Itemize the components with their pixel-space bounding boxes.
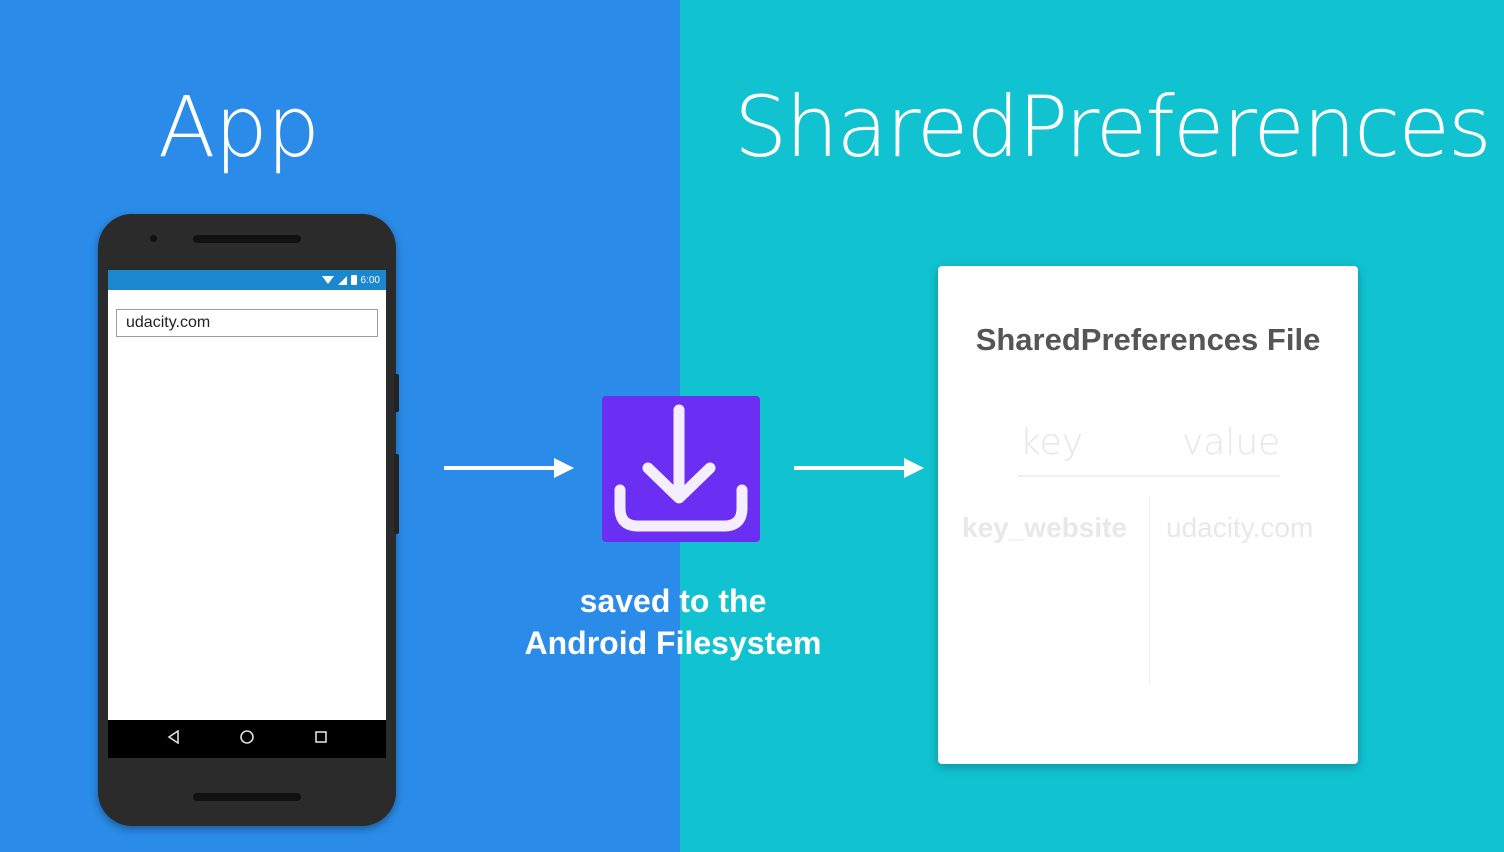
nav-recent-icon[interactable] — [314, 730, 328, 749]
download-icon — [602, 396, 760, 542]
phone-volume-button — [394, 454, 399, 534]
row-key-cell: key_website — [962, 512, 1127, 543]
column-header-value: value — [1182, 422, 1281, 463]
header-divider — [1018, 475, 1280, 477]
column-divider — [1149, 496, 1150, 684]
status-bar: 6:00 — [108, 270, 386, 290]
column-header-key: key — [1020, 422, 1084, 463]
phone-mockup: 6:00 udacity.com — [98, 214, 399, 826]
signal-icon — [337, 275, 347, 285]
arrow-right-icon — [794, 458, 924, 478]
phone-camera — [150, 235, 157, 242]
shared-preferences-file-card: SharedPreferences File key value key_web… — [938, 266, 1358, 764]
card-title: SharedPreferences File — [975, 322, 1321, 357]
caption-line-1: saved to the — [579, 583, 767, 619]
nav-bar — [108, 720, 386, 758]
nav-home-icon[interactable] — [239, 729, 255, 750]
phone-screen: 6:00 udacity.com — [108, 270, 386, 758]
phone-speaker — [193, 235, 301, 243]
caption-line-2: Android Filesystem — [524, 625, 822, 661]
app-heading: App — [158, 78, 320, 176]
url-input[interactable]: udacity.com — [116, 309, 378, 337]
phone-power-button — [394, 374, 399, 412]
sharedpreferences-heading: SharedPreferences — [734, 78, 1492, 176]
status-time: 6:00 — [360, 274, 380, 286]
wifi-icon — [321, 276, 334, 284]
battery-icon — [350, 275, 357, 285]
row-value-cell: udacity.com — [1166, 512, 1314, 543]
caption: saved to the Android Filesystem — [500, 580, 846, 664]
arrow-right-icon — [444, 458, 574, 478]
nav-back-icon[interactable] — [167, 729, 181, 749]
phone-bottom-speaker — [193, 793, 301, 801]
